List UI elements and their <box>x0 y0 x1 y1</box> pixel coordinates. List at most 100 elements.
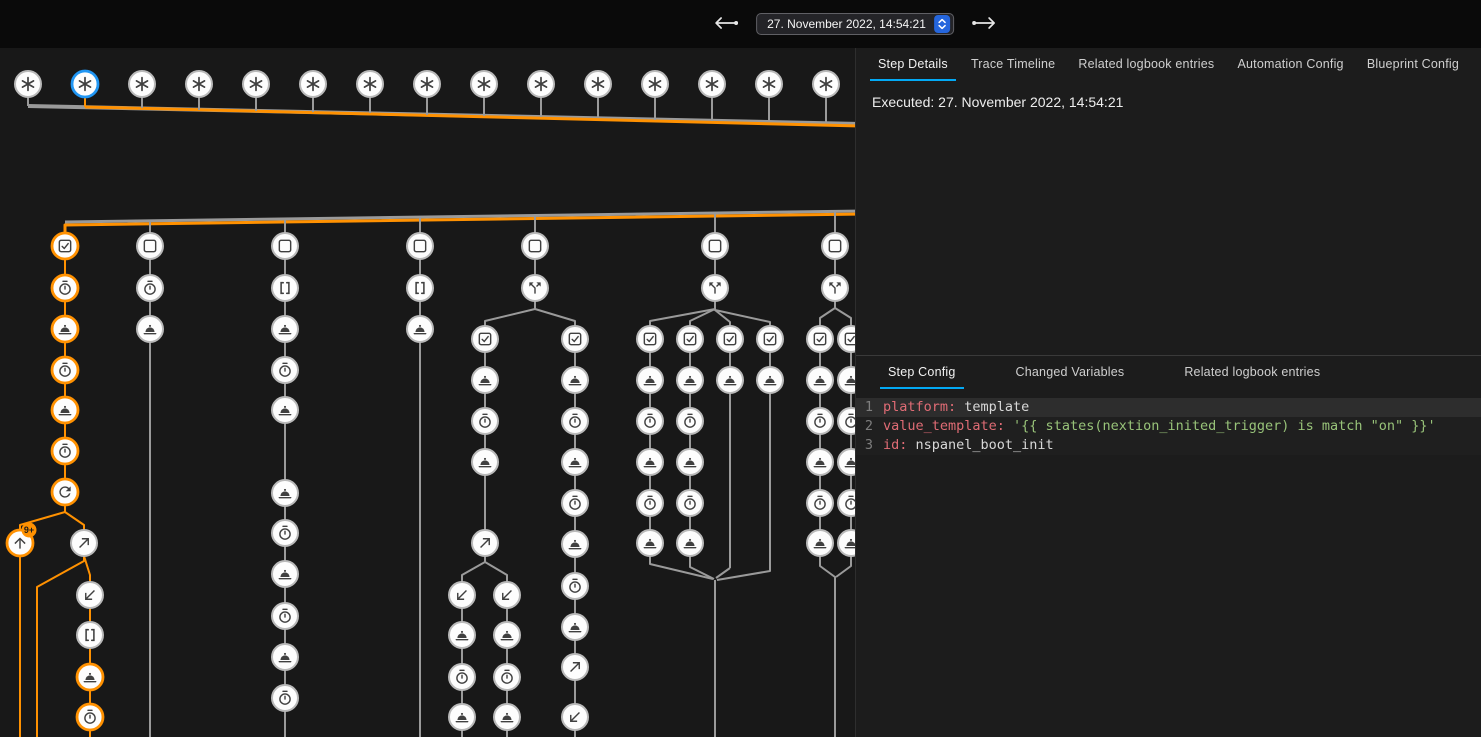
cond-node[interactable] <box>52 233 78 259</box>
service-node[interactable] <box>494 622 520 648</box>
trigger-node[interactable] <box>642 71 668 97</box>
square-node[interactable] <box>702 233 728 259</box>
service-node[interactable] <box>272 644 298 670</box>
timer-node[interactable] <box>52 438 78 464</box>
brackets-node[interactable] <box>407 275 433 301</box>
arrowdl-node[interactable] <box>449 582 475 608</box>
trigger-node[interactable] <box>186 71 212 97</box>
service-node[interactable] <box>677 449 703 475</box>
service-node[interactable] <box>562 367 588 393</box>
trigger-node[interactable] <box>414 71 440 97</box>
service-node[interactable] <box>717 367 743 393</box>
timer-node[interactable] <box>562 490 588 516</box>
trigger-node[interactable] <box>129 71 155 97</box>
service-node[interactable] <box>562 614 588 640</box>
service-node[interactable] <box>757 367 783 393</box>
timer-node[interactable] <box>272 357 298 383</box>
timer-node[interactable] <box>562 408 588 434</box>
tab-related-logbook-entries[interactable]: Related logbook entries <box>1070 48 1222 81</box>
next-trace-button[interactable] <box>966 12 1004 37</box>
service-node[interactable] <box>494 704 520 730</box>
arrowdl-node[interactable] <box>77 582 103 608</box>
trigger-node[interactable] <box>813 71 839 97</box>
service-node[interactable] <box>449 622 475 648</box>
trigger-node[interactable] <box>15 71 41 97</box>
arrowur-node[interactable] <box>472 530 498 556</box>
timer-node[interactable] <box>677 408 703 434</box>
service-node[interactable] <box>272 316 298 342</box>
trigger-node[interactable] <box>300 71 326 97</box>
service-node[interactable] <box>472 367 498 393</box>
timer-node[interactable] <box>449 664 475 690</box>
service-node[interactable] <box>449 704 475 730</box>
repeat-node[interactable] <box>52 479 78 505</box>
timer-node[interactable] <box>52 357 78 383</box>
callsplit-node[interactable] <box>822 275 848 301</box>
timer-node[interactable] <box>272 520 298 546</box>
timer-node[interactable] <box>52 275 78 301</box>
cond-node[interactable] <box>677 326 703 352</box>
square-node[interactable] <box>522 233 548 259</box>
callsplit-node[interactable] <box>522 275 548 301</box>
trigger-node[interactable] <box>699 71 725 97</box>
timer-node[interactable] <box>77 704 103 730</box>
tab-step-config[interactable]: Step Config <box>880 356 964 389</box>
arrowdl-node[interactable] <box>494 582 520 608</box>
service-node[interactable] <box>637 449 663 475</box>
service-node[interactable] <box>52 397 78 423</box>
timer-node[interactable] <box>272 685 298 711</box>
service-node[interactable] <box>77 664 103 690</box>
brackets-node[interactable] <box>77 622 103 648</box>
timer-node[interactable] <box>838 408 855 434</box>
arrowdl-node[interactable] <box>562 704 588 730</box>
service-node[interactable] <box>838 449 855 475</box>
timer-node[interactable] <box>838 490 855 516</box>
trigger-node-selected[interactable] <box>72 71 98 97</box>
service-node[interactable] <box>272 480 298 506</box>
service-node[interactable] <box>562 531 588 557</box>
timer-node[interactable] <box>807 490 833 516</box>
service-node[interactable] <box>52 316 78 342</box>
brackets-node[interactable] <box>272 275 298 301</box>
service-node[interactable] <box>637 530 663 556</box>
trigger-node[interactable] <box>585 71 611 97</box>
cond-node[interactable] <box>807 326 833 352</box>
service-node[interactable] <box>677 367 703 393</box>
tab-automation-config[interactable]: Automation Config <box>1229 48 1351 81</box>
service-node[interactable] <box>472 449 498 475</box>
trigger-node[interactable] <box>471 71 497 97</box>
timer-node[interactable] <box>494 664 520 690</box>
timer-node[interactable] <box>472 408 498 434</box>
tab-config-related-logbook-entries[interactable]: Related logbook entries <box>1176 356 1328 389</box>
trigger-node[interactable] <box>357 71 383 97</box>
tab-trace-timeline[interactable]: Trace Timeline <box>963 48 1063 81</box>
cond-node[interactable] <box>757 326 783 352</box>
trigger-node[interactable] <box>528 71 554 97</box>
timer-node[interactable] <box>637 490 663 516</box>
service-node[interactable] <box>562 449 588 475</box>
service-node[interactable] <box>637 367 663 393</box>
callsplit-node[interactable] <box>702 275 728 301</box>
square-node[interactable] <box>407 233 433 259</box>
timer-node[interactable] <box>562 573 588 599</box>
step-config-code[interactable]: 1 platform: template 2 value_template: '… <box>856 398 1481 455</box>
service-node[interactable] <box>838 367 855 393</box>
timer-node[interactable] <box>677 490 703 516</box>
service-node[interactable] <box>807 530 833 556</box>
service-node[interactable] <box>407 316 433 342</box>
cond-node[interactable] <box>562 326 588 352</box>
cond-node[interactable] <box>838 326 855 352</box>
trigger-node[interactable] <box>243 71 269 97</box>
timer-node[interactable] <box>272 603 298 629</box>
tab-changed-variables[interactable]: Changed Variables <box>1008 356 1133 389</box>
trace-timestamp-select[interactable]: 27. November 2022, 14:54:21 <box>756 13 954 35</box>
square-node[interactable] <box>272 233 298 259</box>
square-node[interactable] <box>137 233 163 259</box>
service-node[interactable] <box>807 449 833 475</box>
trigger-node[interactable] <box>756 71 782 97</box>
tab-step-details[interactable]: Step Details <box>870 48 956 81</box>
cond-node[interactable] <box>472 326 498 352</box>
service-node[interactable] <box>838 530 855 556</box>
service-node[interactable] <box>272 397 298 423</box>
previous-trace-button[interactable] <box>706 12 744 37</box>
